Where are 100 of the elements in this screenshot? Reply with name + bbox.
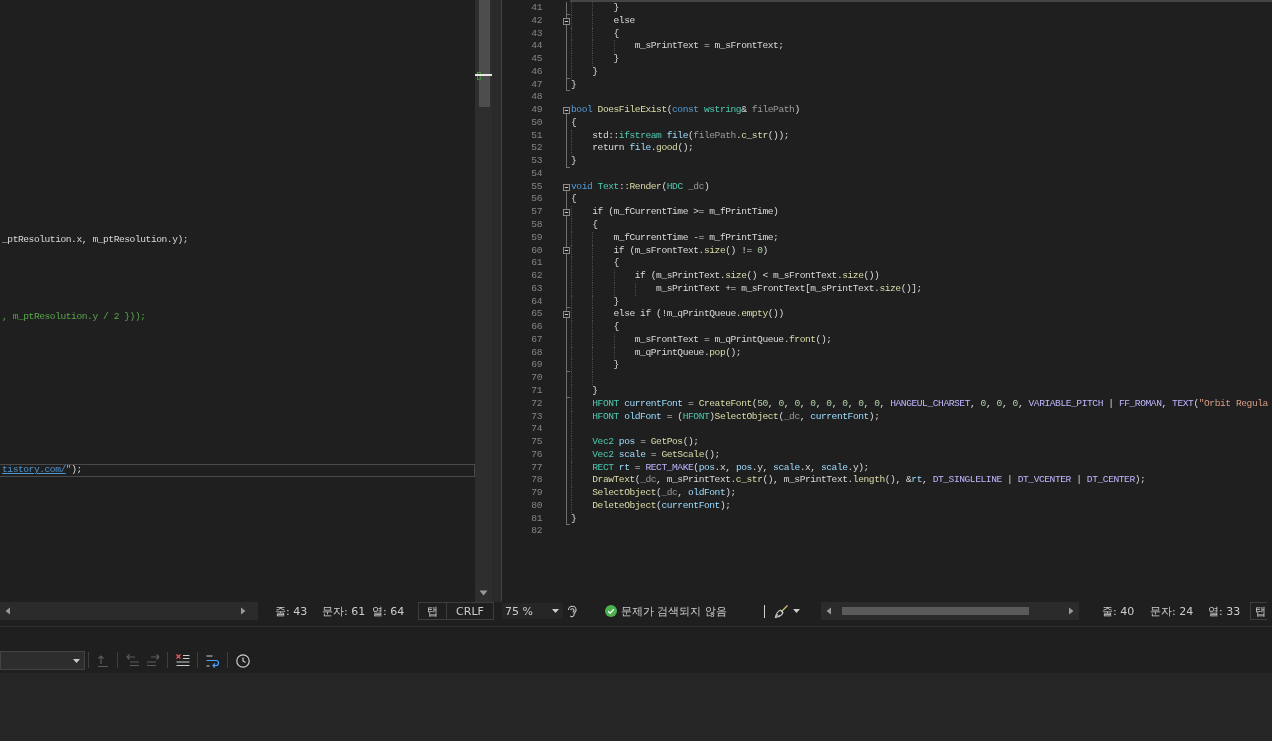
code-line: if (m_fCurrentTime >= m_fPrintTime) (592, 206, 779, 219)
code-line: } (592, 384, 598, 398)
code-line: return file.good(); (592, 142, 694, 156)
code-line: std::ifstream file(filePath.c_str()); (592, 129, 790, 143)
change-marker-icon (477, 72, 481, 80)
line-number: 71 (531, 384, 542, 396)
line-number: 68 (531, 346, 542, 358)
line-number: 61 (531, 257, 542, 269)
line-number: 60 (531, 244, 542, 256)
timestamps-button[interactable] (234, 651, 252, 670)
indentation-button[interactable]: 탭 (418, 602, 447, 620)
line-number: 75 (531, 436, 542, 448)
scroll-left-arrow-icon[interactable] (4, 607, 12, 615)
line-number: 55 (531, 180, 542, 192)
code-line: DrawText(_dc, m_sPrintText.c_str(), m_sPrintText.length(), &rt, DT_SINGLELINE | DT_VCENTER | DT_CENTER); (592, 474, 1146, 488)
code-line: } (571, 78, 577, 92)
scroll-right-arrow-icon[interactable] (239, 607, 247, 615)
line-number: 49 (531, 104, 542, 116)
code-line: else if (!m_qPrintQueue.empty()) (613, 308, 784, 322)
code-line: { (613, 321, 619, 334)
code-line: } (613, 53, 619, 66)
line-number: 54 (531, 167, 542, 179)
line-number: 65 (531, 308, 542, 320)
code-line: else (613, 14, 635, 28)
horizontal-scrollbar[interactable] (821, 602, 1079, 620)
collapse-icon[interactable] (563, 247, 570, 255)
caret-icon (73, 658, 80, 663)
code-line: { (613, 27, 619, 41)
line-number: 53 (531, 155, 542, 167)
code-link[interactable]: tistory.com/ (2, 464, 66, 476)
collapse-icon[interactable] (563, 17, 570, 25)
collapse-icon[interactable] (563, 183, 570, 191)
line-number: 74 (531, 423, 542, 435)
code-line: } (571, 155, 577, 168)
code-line: m_sFrontText = m_qPrintQueue.front(); (634, 333, 832, 347)
column-indicator[interactable]: 열: 33 (1208, 603, 1241, 619)
line-number: 62 (531, 270, 542, 282)
code-line: { (571, 193, 577, 207)
ear-icon[interactable] (566, 604, 578, 618)
collapse-icon[interactable] (563, 107, 570, 114)
character-indicator[interactable]: 문자: 24 (1150, 603, 1194, 619)
scroll-right-arrow-icon[interactable] (1067, 607, 1075, 615)
line-number: 73 (531, 410, 542, 422)
column-indicator[interactable]: 열: 64 (372, 603, 405, 619)
line-number: 51 (531, 129, 542, 141)
line-number: 42 (531, 14, 542, 26)
collapse-icon[interactable] (563, 311, 570, 319)
caret-marker-icon (475, 74, 492, 76)
line-number: 46 (531, 65, 542, 77)
line-number: 41 (531, 2, 542, 13)
line-number: 81 (531, 512, 542, 524)
character-indicator[interactable]: 문자: 61 (322, 603, 366, 619)
code-line: } (592, 65, 598, 79)
line-number: 78 (531, 474, 542, 486)
line-indicator[interactable]: 줄: 43 (275, 603, 308, 619)
scroll-left-arrow-icon[interactable] (825, 607, 833, 615)
line-number: 66 (531, 321, 542, 333)
issues-indicator[interactable]: 문제가 검색되지 않음 (605, 603, 727, 619)
code-line: } (571, 512, 577, 526)
line-number: 58 (531, 219, 542, 230)
code-line: m_qPrintQueue.pop(); (634, 346, 742, 360)
code-cleanup-button[interactable] (774, 603, 800, 619)
code-line: RECT rt = RECT_MAKE(pos.x, pos.y, scale.x, scale.y); (592, 461, 869, 475)
arrow-right-lines-icon (145, 652, 161, 669)
code-line: SelectObject(_dc, oldFont); (592, 487, 736, 500)
code-line: _ptResolution.x, m_ptResolution.y); (2, 234, 189, 246)
horizontal-scrollbar[interactable] (0, 602, 258, 620)
line-indicator[interactable]: 줄: 40 (1102, 603, 1135, 619)
line-number: 63 (531, 282, 542, 294)
caret-icon (793, 609, 800, 613)
code-line: if (m_sFrontText.size() != 0) (613, 244, 768, 258)
scrollbar-thumb[interactable] (479, 0, 490, 107)
line-number: 67 (531, 333, 542, 345)
code-line: { (592, 219, 598, 232)
line-number: 56 (531, 193, 542, 205)
collapse-icon[interactable] (563, 209, 570, 217)
code-line: if (m_sPrintText.size() < m_sFrontText.size()) (634, 270, 880, 283)
code-line: { (571, 116, 577, 130)
line-number: 76 (531, 448, 542, 460)
line-number: 44 (531, 40, 542, 52)
line-ending-button[interactable]: CRLF (447, 602, 494, 620)
indentation-button[interactable]: 탭 (1250, 602, 1267, 620)
arrow-left-lines-icon (125, 652, 141, 669)
zoom-dropdown[interactable]: 75 % (502, 603, 563, 619)
line-number: 80 (531, 499, 542, 511)
vertical-scrollbar[interactable] (475, 0, 492, 602)
code-line: m_sPrintText += m_sFrontText[m_sPrintText.size()]; (656, 282, 922, 296)
wrap-arrow-icon (205, 652, 221, 669)
code-line: Vec2 scale = GetScale(); (592, 448, 720, 462)
code-line: } (613, 2, 619, 15)
scrollbar-thumb[interactable] (842, 607, 1029, 615)
scroll-down-arrow-icon[interactable] (479, 590, 488, 596)
clock-icon (235, 652, 251, 669)
line-number: 52 (531, 142, 542, 154)
code-line: { (613, 257, 619, 271)
line-number: 57 (531, 206, 542, 218)
cross-lines-icon (175, 652, 191, 669)
line-number: 70 (531, 372, 542, 384)
line-number: 69 (531, 359, 542, 371)
code-line: HFONT oldFont = (HFONT)SelectObject(_dc, currentFont); (592, 410, 880, 424)
